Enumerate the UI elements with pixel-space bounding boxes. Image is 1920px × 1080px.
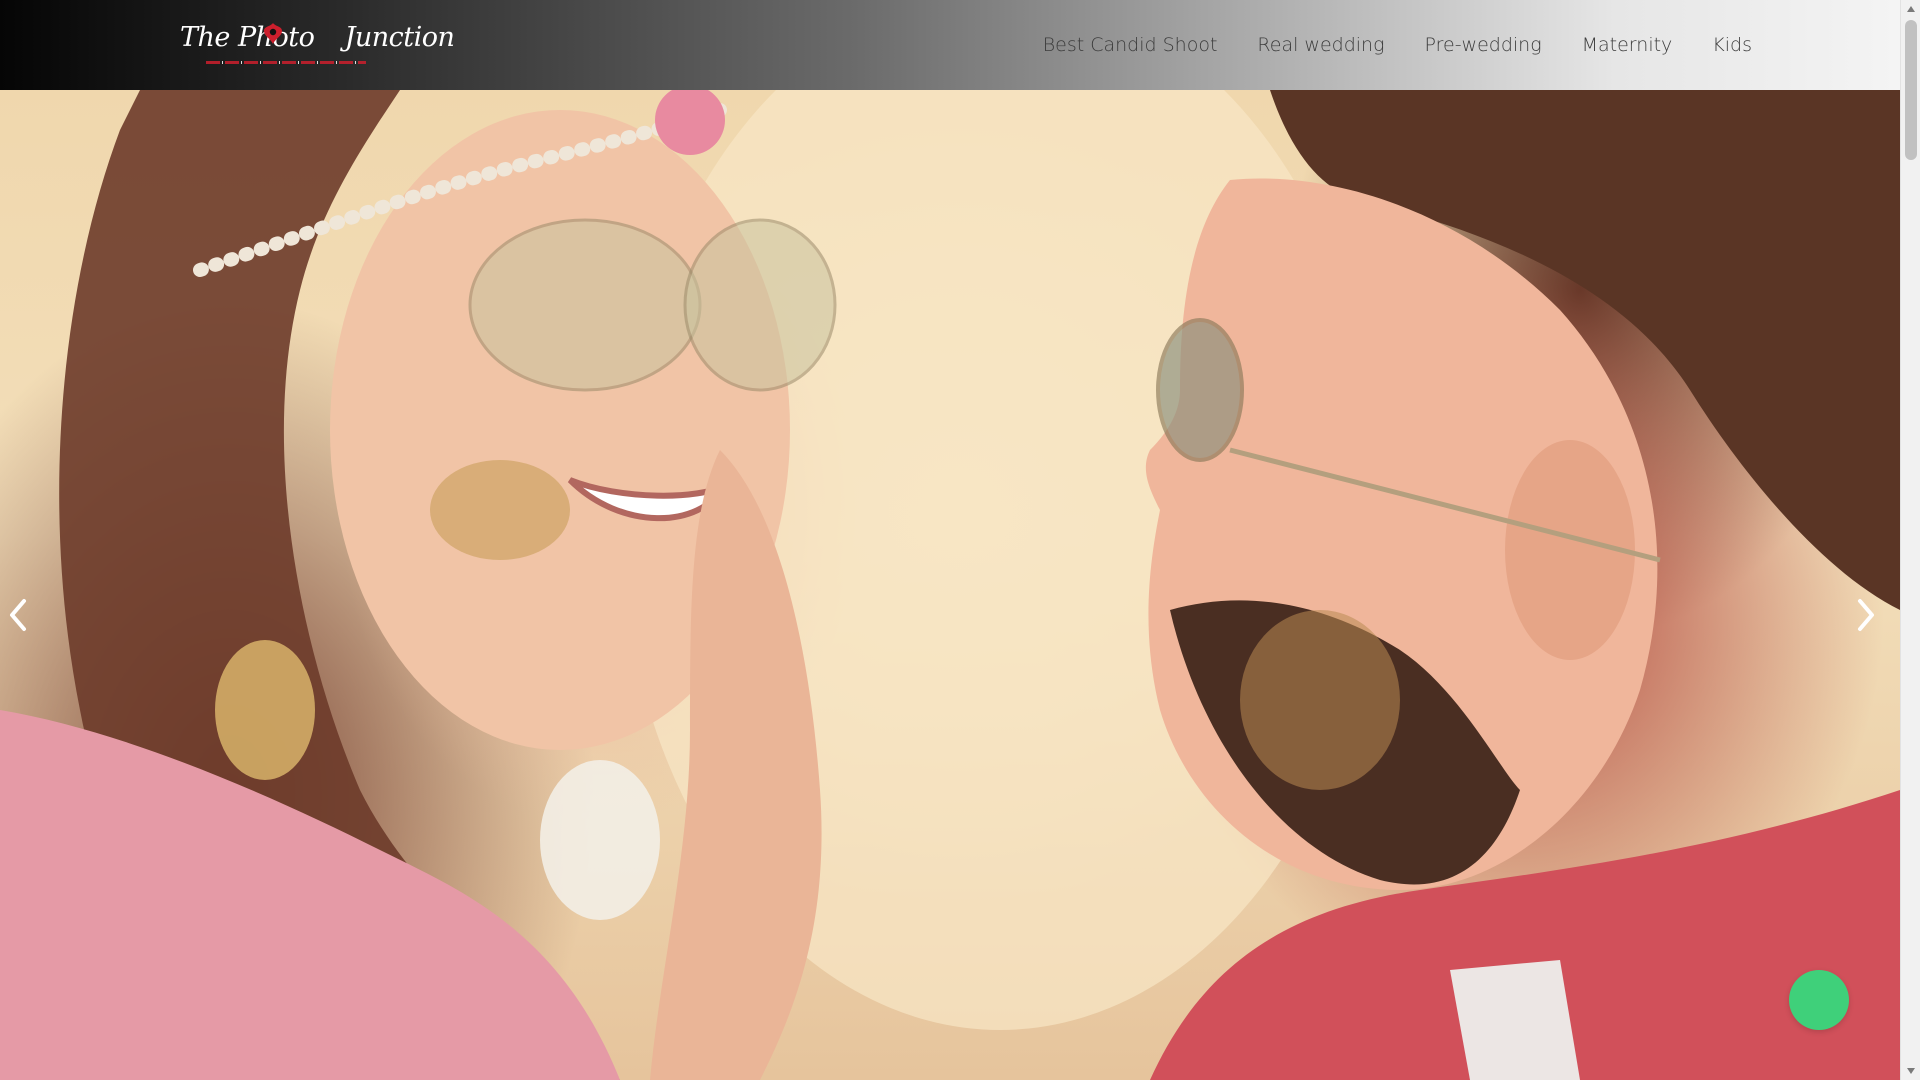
page-scrollbar[interactable] [1900, 0, 1920, 1080]
nav-maternity[interactable]: Maternity [1582, 34, 1673, 56]
slider-prev-button[interactable] [6, 595, 46, 635]
chevron-left-icon [10, 599, 26, 631]
scroll-up-arrow-icon [1907, 6, 1915, 12]
camera-logo-icon [264, 23, 282, 44]
logo-text-right: Junction [344, 22, 455, 53]
scrollbar-thumb[interactable] [1905, 20, 1917, 160]
scroll-up-button[interactable] [1901, 0, 1920, 18]
hero-photo [0, 90, 1900, 1080]
slider-next-button[interactable] [1854, 595, 1894, 635]
logo-tagline [206, 61, 366, 64]
hero-slider [0, 90, 1900, 1080]
chat-button[interactable] [1789, 970, 1849, 1030]
scroll-down-arrow-icon [1907, 1068, 1915, 1074]
nav-real-wedding[interactable]: Real wedding [1257, 34, 1384, 56]
nav-kids[interactable]: Kids [1712, 34, 1752, 56]
logo-text: The Photo Junction [180, 22, 455, 53]
scroll-down-button[interactable] [1901, 1062, 1920, 1080]
chevron-right-icon [1858, 599, 1874, 631]
site-header: The Photo Junction Best Candid Shoot Rea… [0, 0, 1900, 90]
site-logo[interactable]: The Photo Junction [180, 22, 455, 72]
main-nav: Best Candid Shoot Real wedding Pre-weddi… [1043, 0, 1752, 90]
nav-pre-wedding[interactable]: Pre-wedding [1424, 34, 1541, 56]
nav-best-candid-shoot[interactable]: Best Candid Shoot [1043, 34, 1218, 56]
logo-text-left: The Photo [180, 22, 315, 53]
